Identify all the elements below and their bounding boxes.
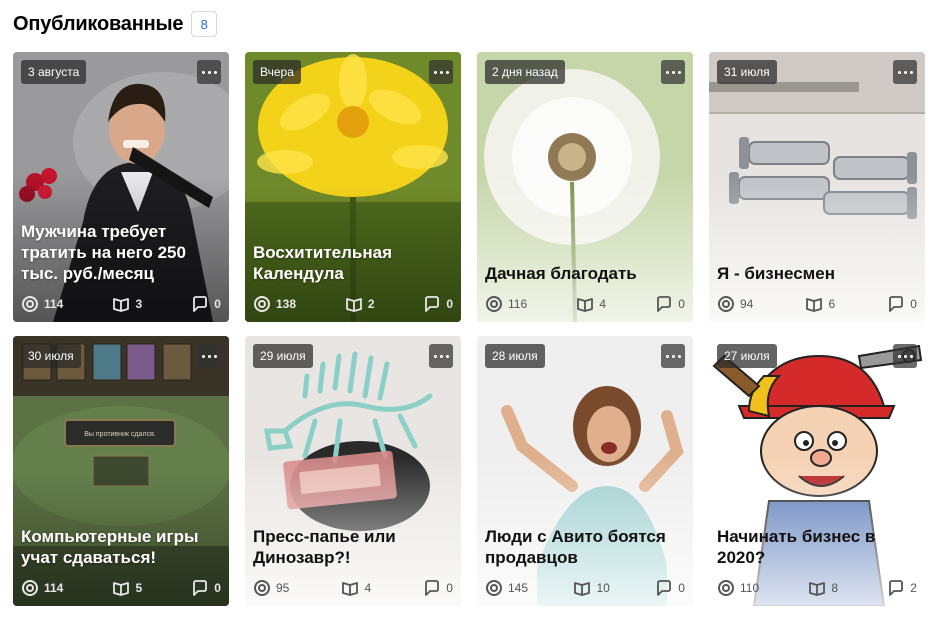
article-stats: 110 8 2: [717, 578, 917, 598]
views-count: 114: [44, 581, 64, 595]
article-card[interactable]: 3 августа Мужчина требует тратить на нег…: [13, 52, 229, 322]
comments-icon: [425, 580, 440, 596]
views-icon: [254, 580, 270, 596]
more-menu-button[interactable]: [429, 60, 453, 84]
more-menu-button[interactable]: [429, 344, 453, 368]
comments-icon: [889, 580, 904, 596]
date-badge: Вчера: [253, 60, 301, 84]
views-count: 145: [508, 581, 529, 595]
game-banner-text: Вы противник сдался.: [84, 431, 156, 438]
article-stats: 114 3 0: [21, 294, 221, 314]
comments-icon: [425, 296, 440, 312]
comments-count: 0: [214, 581, 221, 595]
article-title: Начинать бизнес в 2020?: [717, 527, 876, 567]
comments-icon: [889, 296, 904, 312]
article-title: Компьютерные игры учат сдаваться!: [21, 527, 199, 567]
article-title: Дачная благодать: [485, 264, 637, 283]
comments-icon: [657, 580, 672, 596]
published-count-badge: 8: [191, 11, 218, 37]
reads-book-icon: [113, 298, 130, 312]
views-count: 110: [740, 581, 760, 595]
more-menu-button[interactable]: [661, 60, 685, 84]
more-menu-button[interactable]: [661, 344, 685, 368]
article-card[interactable]: 31 июля Я - бизнесмен 94 6 0: [709, 52, 925, 322]
article-card[interactable]: Вчера Восхитительная Календула 138 2 0: [245, 52, 461, 322]
date-badge: 30 июля: [21, 344, 81, 368]
article-stats: 145 10 0: [485, 578, 685, 598]
views-icon: [718, 580, 734, 596]
reads-count: 8: [831, 581, 839, 595]
reads-book-icon: [345, 298, 362, 312]
article-stats: 94 6 0: [717, 294, 917, 314]
views-count: 138: [276, 297, 297, 311]
reads-count: 6: [828, 297, 836, 311]
comments-icon: [193, 580, 208, 596]
section-header: Опубликованные 8: [13, 9, 218, 39]
article-card[interactable]: 2 дня назад Дачная благодать 116 4 0: [477, 52, 693, 322]
views-icon: [486, 296, 502, 312]
comments-count: 0: [910, 297, 917, 311]
views-count: 95: [276, 581, 290, 595]
reads-count: 4: [599, 297, 607, 311]
reads-count: 2: [367, 297, 375, 311]
views-icon: [254, 296, 270, 312]
article-stats: 114 5 0: [21, 578, 221, 598]
views-icon: [22, 580, 38, 596]
more-menu-button[interactable]: [197, 344, 221, 368]
reads-book-icon: [342, 582, 359, 596]
article-stats: 95 4 0: [253, 578, 453, 598]
views-count: 94: [740, 297, 754, 311]
date-badge: 31 июля: [717, 60, 777, 84]
reads-count: 10: [596, 581, 610, 595]
date-badge: 29 июля: [253, 344, 313, 368]
more-menu-button[interactable]: [893, 60, 917, 84]
article-title: Я - бизнесмен: [717, 264, 835, 283]
more-menu-button[interactable]: [893, 344, 917, 368]
date-badge: 28 июля: [485, 344, 545, 368]
views-icon: [486, 580, 502, 596]
article-card[interactable]: Вы противник сдался. 30 июля Компьютерны…: [13, 336, 229, 606]
reads-count: 5: [135, 581, 143, 595]
article-title: Мужчина требует тратить на него 250 тыс.…: [21, 222, 186, 283]
reads-book-icon: [577, 298, 594, 312]
article-card[interactable]: 28 июля Люди с Авито боятся продавцов 14…: [477, 336, 693, 606]
comments-count: 0: [678, 581, 685, 595]
comments-icon: [657, 296, 672, 312]
views-icon: [718, 296, 734, 312]
reads-count: 4: [364, 581, 372, 595]
article-title: Восхитительная Календула: [253, 243, 393, 283]
date-badge: 2 дня назад: [485, 60, 565, 84]
comments-count: 0: [214, 297, 221, 311]
date-badge: 27 июля: [717, 344, 777, 368]
reads-book-icon: [113, 582, 130, 596]
comments-count: 2: [910, 581, 917, 595]
reads-book-icon: [806, 298, 823, 312]
reads-book-icon: [809, 582, 826, 596]
date-badge: 3 августа: [21, 60, 87, 84]
page-title: Опубликованные: [13, 12, 184, 35]
article-title: Люди с Авито боятся продавцов: [485, 527, 666, 567]
comments-count: 0: [446, 581, 453, 595]
article-card[interactable]: 27 июля Начинать бизнес в 2020? 110 8 2: [709, 336, 925, 606]
article-card[interactable]: 29 июля Пресс-папье или Динозавр?! 95 4 …: [245, 336, 461, 606]
views-count: 114: [44, 297, 64, 311]
comments-count: 0: [678, 297, 685, 311]
views-icon: [22, 296, 38, 312]
article-stats: 116 4 0: [485, 294, 685, 314]
comments-icon: [193, 296, 208, 312]
reads-count: 3: [135, 297, 143, 311]
reads-book-icon: [574, 582, 591, 596]
views-count: 116: [508, 297, 528, 311]
article-stats: 138 2 0: [253, 294, 453, 314]
more-menu-button[interactable]: [197, 60, 221, 84]
article-title: Пресс-папье или Динозавр?!: [253, 527, 396, 567]
comments-count: 0: [446, 297, 453, 311]
